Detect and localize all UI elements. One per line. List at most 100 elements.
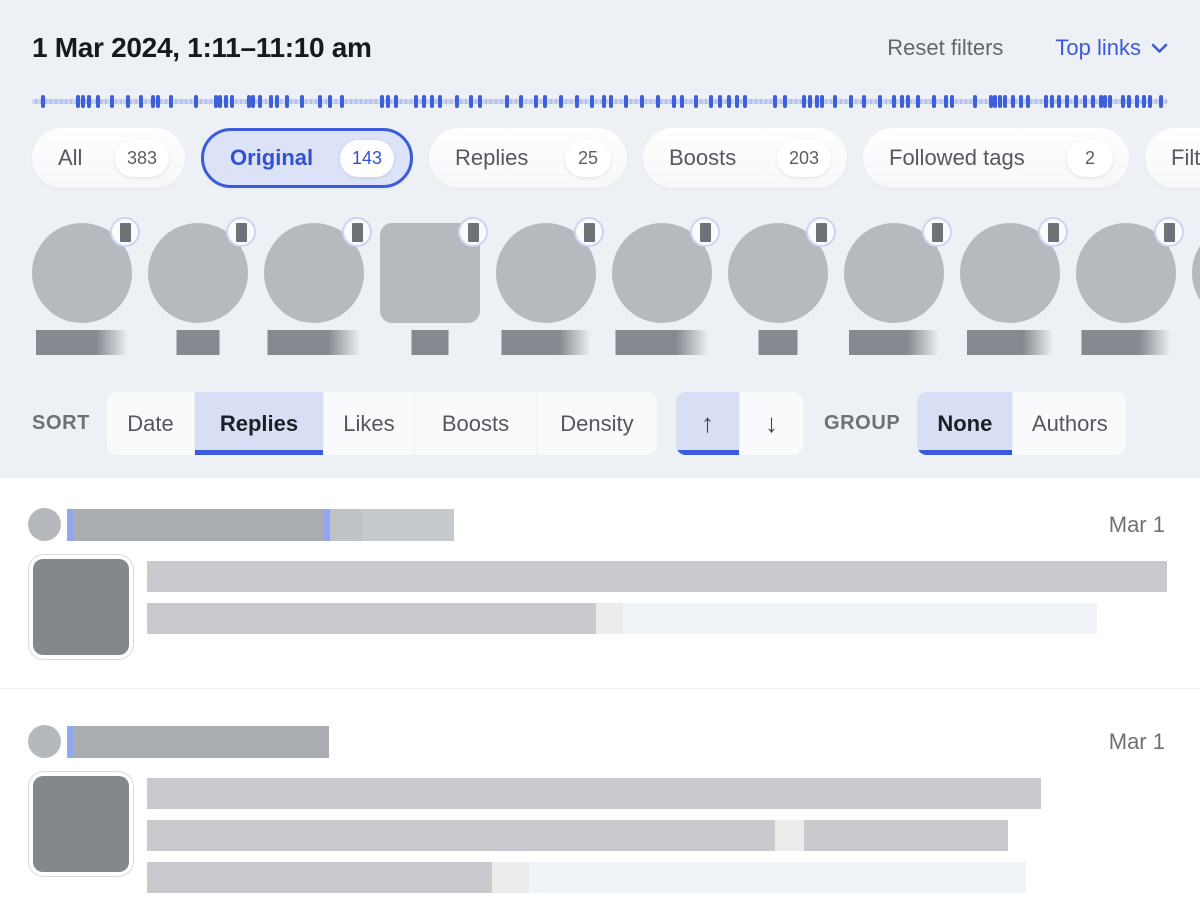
post-text-placeholder <box>623 603 1097 634</box>
timeline-tick <box>139 95 143 108</box>
carousel-avatar[interactable] <box>32 223 132 358</box>
timeline-tick <box>802 95 806 108</box>
filter-pill-label: Original <box>230 145 313 171</box>
avatar-name-placeholder <box>616 330 709 355</box>
timeline-tick <box>519 95 523 108</box>
reset-filters-button[interactable]: Reset filters <box>887 35 1003 61</box>
sort-option-replies[interactable]: Replies <box>195 392 323 455</box>
timeline-tick <box>1050 95 1054 108</box>
activity-timeline-scrubber[interactable] <box>32 95 1168 108</box>
timeline-tick <box>609 95 613 108</box>
post-author-placeholder <box>330 509 362 541</box>
filter-pill-original[interactable]: Original143 <box>201 128 413 188</box>
timeline-tick <box>820 95 824 108</box>
sort-option-boosts[interactable]: Boosts <box>415 392 536 455</box>
timeline-tick <box>251 95 255 108</box>
post-thumbnail[interactable] <box>28 554 134 660</box>
badge-glyph <box>120 223 131 242</box>
filter-pill-label: Replies <box>455 145 528 171</box>
post-item[interactable]: Mar 1 <box>0 689 1200 900</box>
carousel-avatar[interactable] <box>148 223 248 358</box>
post-item[interactable]: Mar 1 <box>0 478 1200 689</box>
timeline-tick <box>394 95 398 108</box>
timeline-tick <box>126 95 130 108</box>
timeline-tick <box>169 95 173 108</box>
timeline-tick <box>1159 95 1163 108</box>
avatar-name-placeholder <box>268 330 361 355</box>
timeline-tick <box>815 95 819 108</box>
top-links-dropdown[interactable]: Top links <box>1055 35 1168 61</box>
filter-pill-boosts[interactable]: Boosts203 <box>643 128 847 188</box>
timeline-tick <box>414 95 418 108</box>
filter-pill-replies[interactable]: Replies25 <box>429 128 627 188</box>
badge-glyph <box>932 223 943 242</box>
post-body <box>28 771 1165 900</box>
timeline-tick <box>743 95 747 108</box>
carousel-avatar[interactable] <box>960 223 1060 358</box>
post-thumbnail[interactable] <box>28 771 134 877</box>
carousel-avatar[interactable] <box>844 223 944 358</box>
badge-glyph <box>468 223 479 242</box>
filter-pill-label: Followed tags <box>889 145 1025 171</box>
carousel-avatar-partial[interactable] <box>1192 223 1200 358</box>
timeline-tick <box>478 95 482 108</box>
timeline-tick <box>469 95 473 108</box>
timeline-tick <box>386 95 390 108</box>
timeline-tick <box>944 95 948 108</box>
sort-option-likes[interactable]: Likes <box>324 392 414 455</box>
post-author-placeholder <box>73 509 324 541</box>
post-thumbnail-image <box>33 559 129 655</box>
filter-pill-filt[interactable]: Filt <box>1145 128 1200 188</box>
avatar-name-placeholder <box>36 330 128 355</box>
badge-glyph <box>352 223 363 242</box>
arrow-down-icon: ↓ <box>765 408 778 439</box>
timeline-tick <box>230 95 234 108</box>
timeline-tick <box>318 95 322 108</box>
carousel-avatar[interactable] <box>612 223 712 358</box>
post-text-placeholder <box>147 862 492 893</box>
carousel-avatar[interactable] <box>380 223 480 358</box>
timeline-tick <box>900 95 904 108</box>
post-author-avatar[interactable] <box>28 725 61 758</box>
timeline-tick <box>96 95 100 108</box>
timeline-tick <box>1083 95 1087 108</box>
timeline-tick <box>1011 95 1015 108</box>
timeline-tick <box>194 95 198 108</box>
carousel-avatar[interactable] <box>496 223 596 358</box>
timeline-tick <box>1135 95 1139 108</box>
header-row: 1 Mar 2024, 1:11–11:10 am Reset filters … <box>32 26 1168 70</box>
filter-pill-all[interactable]: All383 <box>32 128 185 188</box>
group-options-group: NoneAuthors <box>917 392 1126 455</box>
timeline-tick <box>1148 95 1152 108</box>
timeline-tick <box>694 95 698 108</box>
sort-direction-descending[interactable]: ↓ <box>740 392 803 455</box>
sort-direction-ascending[interactable]: ↑ <box>676 392 739 455</box>
post-text-line <box>147 778 1041 809</box>
timeline-tick <box>624 95 628 108</box>
avatar-badge-icon <box>1154 217 1184 247</box>
avatar-badge-icon <box>458 217 488 247</box>
avatar-name-placeholder <box>1082 330 1171 355</box>
sort-label: SORT <box>32 412 90 435</box>
timeline-tick <box>156 95 160 108</box>
timeline-tick <box>1142 95 1146 108</box>
sort-option-density[interactable]: Density <box>537 392 657 455</box>
carousel-avatar[interactable] <box>728 223 828 358</box>
group-option-none[interactable]: None <box>917 392 1012 455</box>
carousel-avatar[interactable] <box>264 223 364 358</box>
sort-option-date[interactable]: Date <box>107 392 194 455</box>
filter-pill-followed-tags[interactable]: Followed tags2 <box>863 128 1129 188</box>
timeline-tick <box>41 95 45 108</box>
timeline-tick <box>285 95 289 108</box>
timeline-tick <box>438 95 442 108</box>
timeline-tick <box>380 95 384 108</box>
timeline-tick <box>656 95 660 108</box>
timeline-tick <box>258 95 262 108</box>
timeline-tick <box>328 95 332 108</box>
group-option-authors[interactable]: Authors <box>1013 392 1126 455</box>
timeline-tick <box>1074 95 1078 108</box>
avatar-badge-icon <box>806 217 836 247</box>
post-author-placeholder <box>73 726 329 758</box>
post-author-avatar[interactable] <box>28 508 61 541</box>
carousel-avatar[interactable] <box>1076 223 1176 358</box>
